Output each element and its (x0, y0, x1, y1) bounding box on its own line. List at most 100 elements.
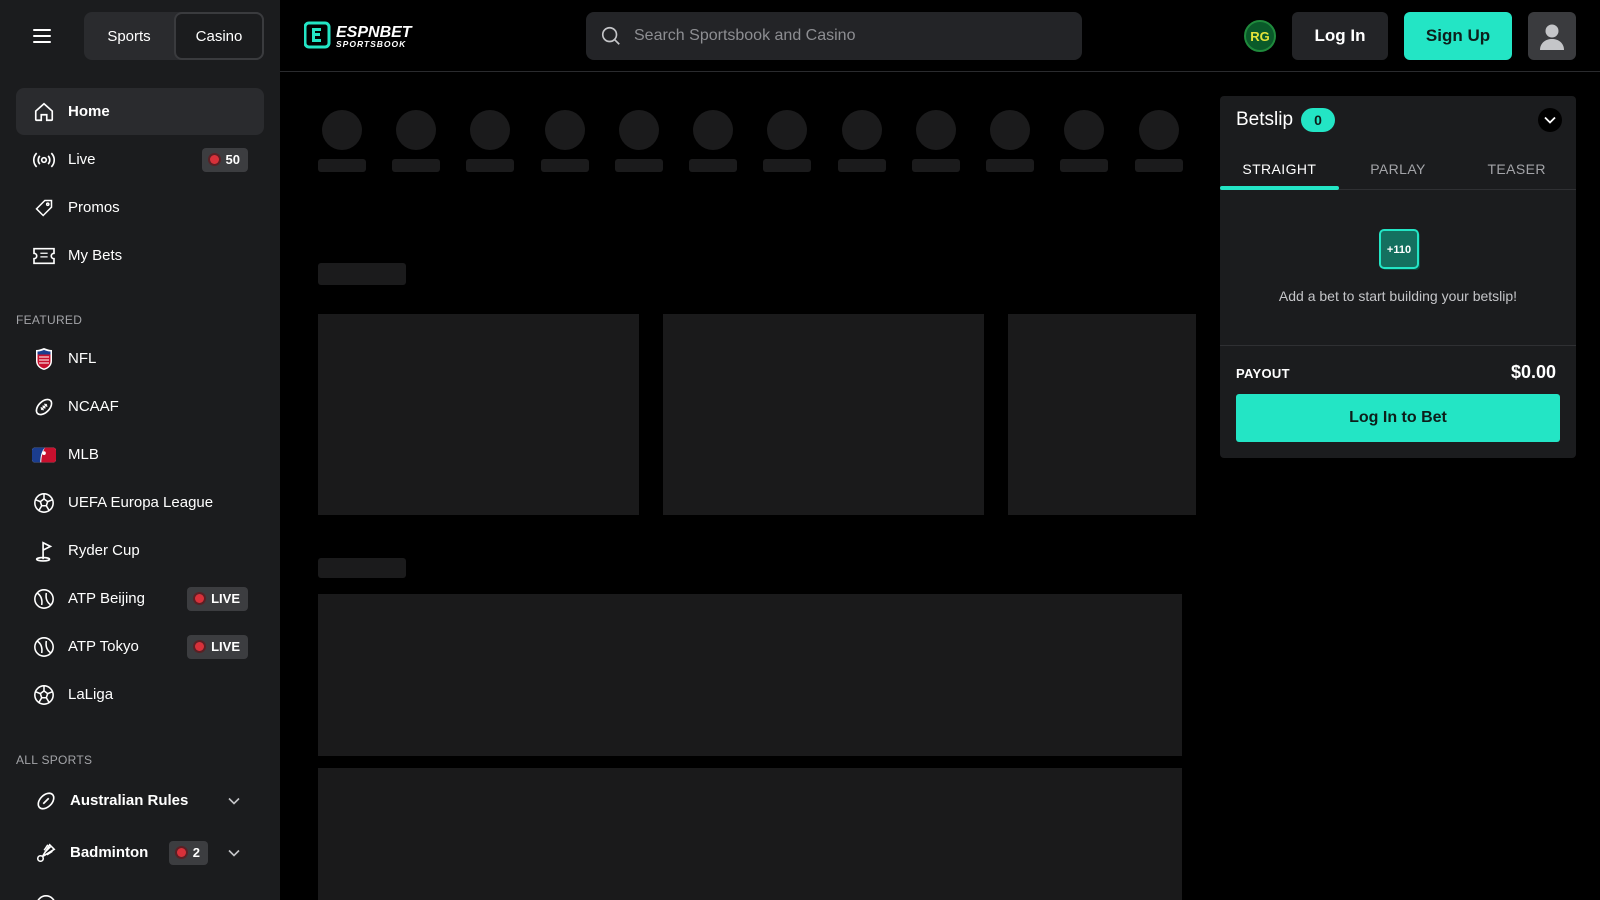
skeleton-circle (1139, 110, 1179, 150)
tab-straight[interactable]: STRAIGHT (1220, 148, 1339, 190)
skeleton-circle (693, 110, 733, 150)
golf-icon (32, 539, 56, 563)
tennis-icon (32, 635, 56, 659)
sidebar-item-uefa-europa-league[interactable]: UEFA Europa League (16, 479, 264, 526)
search-icon (600, 25, 622, 47)
live-dot-icon (209, 155, 219, 164)
featured-section-label: FEATURED (16, 313, 83, 327)
sidebar-item-live[interactable]: Live 50 (16, 136, 264, 183)
betslip-title: Betslip (1236, 109, 1294, 130)
search-input[interactable] (634, 27, 1054, 45)
live-badge: LIVE (187, 586, 248, 611)
skeleton-circle (842, 110, 882, 150)
live-dot-icon (195, 642, 205, 651)
tab-parlay[interactable]: PARLAY (1339, 148, 1458, 189)
nfl-icon (32, 347, 56, 371)
live-dot-icon (195, 594, 205, 603)
sidebar-item-label: LaLiga (68, 686, 114, 703)
sidebar-item-my-bets[interactable]: My Bets (16, 232, 264, 279)
chevron-down-icon[interactable] (228, 797, 240, 805)
skeleton-circle (1064, 110, 1104, 150)
payout-value: $0.00 (1510, 362, 1556, 382)
betslip-tabs: STRAIGHT PARLAY TEASER (1220, 148, 1576, 190)
sidebar-item-ncaaf[interactable]: NCAAF (16, 383, 264, 430)
skeleton-card (318, 314, 639, 515)
badge-text: LIVE (211, 639, 240, 654)
skeleton-label (1060, 159, 1108, 172)
responsible-gaming-icon[interactable]: RG (1244, 20, 1276, 52)
skeleton-label (541, 159, 589, 172)
skeleton-label (1135, 159, 1183, 172)
skeleton-circle (396, 110, 436, 150)
skeleton-label (615, 159, 663, 172)
tab-teaser[interactable]: TEASER (1457, 148, 1576, 189)
casino-toggle-button[interactable]: Casino (174, 12, 264, 60)
sidebar-top: Sports Casino (0, 0, 280, 72)
betslip-header: Betslip 0 (1236, 108, 1336, 132)
skeleton-label (912, 159, 960, 172)
sidebar-item-label: Home (68, 103, 110, 120)
all-sports-section-label: ALL SPORTS (16, 753, 93, 767)
skeleton-card (1008, 314, 1196, 515)
payout-label: PAYOUT (1236, 366, 1290, 381)
divider (1220, 345, 1576, 346)
skeleton-heading (318, 263, 406, 285)
skeleton-label (318, 159, 366, 172)
login-to-bet-button[interactable]: Log In to Bet (1236, 394, 1560, 442)
sidebar-item-promos[interactable]: Promos (16, 184, 264, 231)
mlb-icon (32, 443, 56, 467)
live-badge: LIVE (187, 634, 248, 659)
live-dot-icon (176, 848, 186, 857)
odds-text: +110 (1387, 244, 1411, 256)
skeleton-card (663, 314, 984, 515)
skeleton-circle (767, 110, 807, 150)
football-icon (32, 395, 56, 419)
sports-toggle-button[interactable]: Sports (84, 12, 174, 60)
skeleton-label (689, 159, 737, 172)
skeleton-circle (322, 110, 362, 150)
badge-count: 50 (225, 152, 240, 167)
sidebar-item-atp-tokyo[interactable]: ATP Tokyo LIVE (16, 623, 264, 670)
badge-count: 2 (192, 845, 200, 860)
skeleton-label (392, 159, 440, 172)
sidebar-item-atp-beijing[interactable]: ATP Beijing LIVE (16, 575, 264, 622)
sidebar-item-label: ATP Beijing (68, 590, 145, 607)
sidebar-item-label: Live (68, 151, 96, 168)
ticket-icon (32, 244, 56, 268)
live-icon (32, 148, 56, 172)
account-avatar-icon[interactable] (1528, 12, 1576, 60)
sidebar-item-nfl[interactable]: NFL (16, 335, 264, 382)
sidebar-item-mlb[interactable]: MLB (16, 431, 264, 478)
product-toggle: Sports Casino (84, 12, 264, 60)
sidebar-item-ryder-cup[interactable]: Ryder Cup (16, 527, 264, 574)
skeleton-circle (545, 110, 585, 150)
betslip-panel: Betslip 0 STRAIGHT PARLAY TEASER +110 Ad… (1220, 96, 1576, 458)
sidebar: Sports Casino Home Live 50 Promos My Bet… (0, 0, 280, 900)
badge-text: LIVE (211, 591, 240, 606)
skeleton-label (838, 159, 886, 172)
betslip-collapse-chevron-icon[interactable] (1538, 108, 1562, 132)
tag-icon (32, 196, 56, 220)
home-icon (32, 100, 56, 124)
bet-odds-icon: +110 (1378, 228, 1422, 272)
skeleton-panel (318, 594, 1182, 756)
sidebar-item-badminton[interactable]: Badminton 2 (16, 829, 264, 876)
sidebar-item-label: NFL (68, 350, 97, 367)
sidebar-item-label: Badminton (70, 844, 149, 861)
espnbet-logo[interactable]: ESPNBET SPORTSBOOK (304, 20, 428, 50)
aussie-football-icon (34, 789, 58, 813)
sidebar-item-label: My Bets (68, 247, 123, 264)
soccer-icon (32, 491, 56, 515)
login-button[interactable]: Log In (1292, 12, 1388, 60)
signup-button[interactable]: Sign Up (1404, 12, 1512, 60)
menu-icon[interactable] (22, 16, 62, 56)
sidebar-item-label: NCAAF (68, 398, 119, 415)
sidebar-item-laliga[interactable]: LaLiga (16, 671, 264, 718)
search-bar[interactable] (586, 12, 1082, 60)
sidebar-item-home[interactable]: Home (16, 88, 264, 135)
skeleton-panel (318, 768, 1182, 900)
sidebar-item-australian-rules[interactable]: Australian Rules (16, 777, 264, 824)
sidebar-item-partial (16, 881, 264, 900)
logo-subtitle: SPORTSBOOK (336, 39, 406, 49)
chevron-down-icon[interactable] (228, 849, 240, 857)
